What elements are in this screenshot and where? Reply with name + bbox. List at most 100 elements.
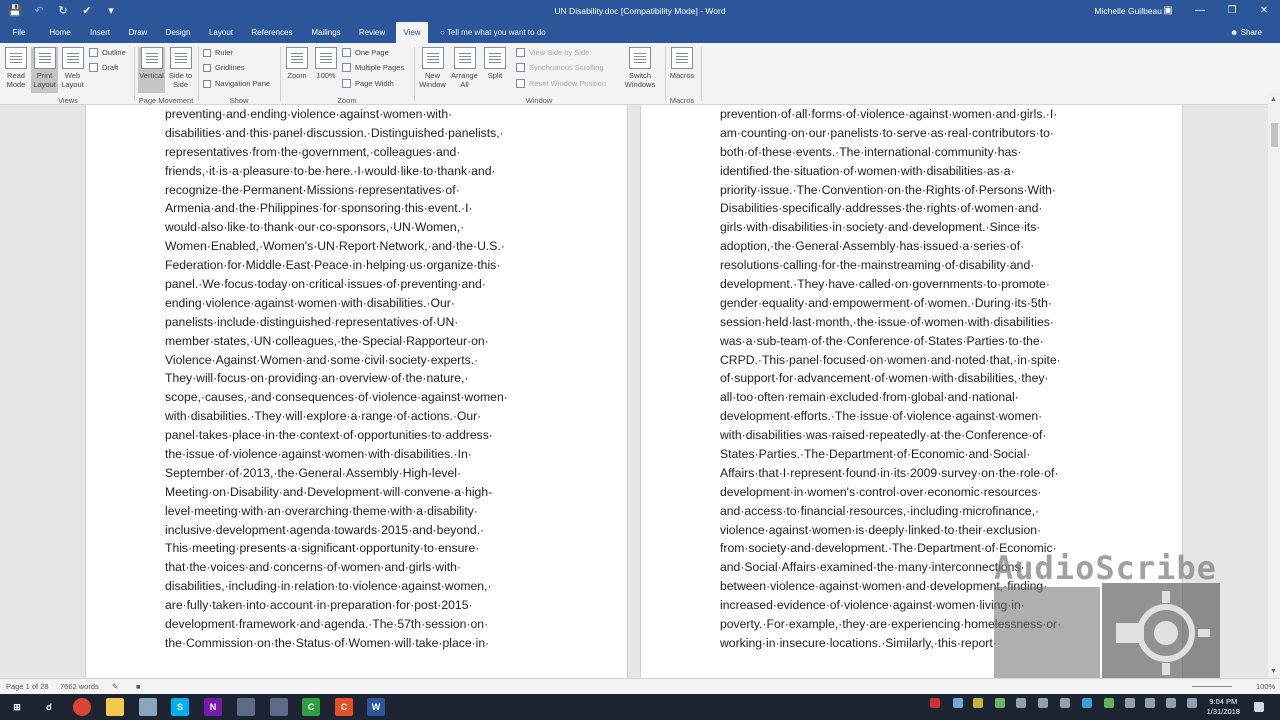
skype-icon[interactable]: S: [171, 698, 189, 716]
arrange-all-button[interactable]: Arrange All: [449, 47, 480, 93]
text-line: resolutions·calling·for·the·mainstreamin…: [720, 258, 1035, 273]
tab-file[interactable]: File: [4, 22, 34, 43]
macro-record-icon[interactable]: ■: [136, 682, 141, 691]
scroll-thumb[interactable]: [1271, 123, 1278, 147]
view-side-by-side-button[interactable]: View Side by Side: [516, 48, 589, 57]
text-line: ending·violence·against·women·with·disab…: [165, 295, 455, 310]
app-icon-3[interactable]: [270, 698, 288, 716]
app-icon-2[interactable]: [237, 698, 255, 716]
zoom-button[interactable]: Zoom: [284, 47, 310, 93]
close-icon[interactable]: ✕: [1248, 0, 1280, 22]
share-button[interactable]: ☻ Share: [1230, 22, 1262, 43]
camtasia-recorder-icon[interactable]: C: [335, 698, 353, 716]
read-mode-button[interactable]: Read Mode: [3, 47, 29, 93]
tray-icon-1[interactable]: [930, 698, 940, 708]
page-width-button[interactable]: Page Width: [342, 79, 394, 88]
multiple-pages-button[interactable]: Multiple Pages: [342, 63, 404, 72]
text-line: Meeting·on·Disability·and·Development·wi…: [165, 484, 493, 499]
tab-insert[interactable]: Insert: [84, 22, 116, 43]
multiple-pages-label: Multiple Pages: [355, 63, 405, 72]
new-window-button[interactable]: New Window: [417, 47, 448, 93]
tab-mailings[interactable]: Mailings: [304, 22, 348, 43]
onenote-icon[interactable]: N: [204, 698, 222, 716]
outline-button[interactable]: Outline: [89, 48, 126, 57]
tray-icon-9[interactable]: [1104, 698, 1114, 708]
zoom-level[interactable]: 100%: [1256, 682, 1275, 691]
ribbon-display-icon[interactable]: ▣: [1152, 0, 1184, 22]
tray-icon-4[interactable]: [995, 698, 1005, 708]
text-line: adoption,·the·General·Assembly·has·issue…: [720, 239, 1025, 254]
tab-view[interactable]: View: [396, 22, 428, 43]
search-icon[interactable]: ☌: [40, 698, 58, 716]
synchronous-scrolling-button[interactable]: Synchronous Scrolling: [516, 63, 604, 72]
text-line: Armenia·and·the·Philippines·for·sponsori…: [165, 201, 473, 216]
notifications-icon[interactable]: [1254, 702, 1264, 712]
page-width-label: Page Width: [355, 79, 394, 88]
scroll-up-icon[interactable]: ▲: [1270, 96, 1277, 103]
tab-draw[interactable]: Draw: [122, 22, 154, 43]
tray-icon-10[interactable]: [1125, 698, 1135, 708]
keyboard-icon[interactable]: [1187, 698, 1197, 708]
scroll-down-icon[interactable]: ▼: [1270, 668, 1277, 675]
page-count[interactable]: Page 1 of 28: [6, 682, 49, 691]
windows-taskbar: ⊞ ☌ S N C C W 9:04 PM 1/31/2018: [0, 694, 1280, 720]
ruler-check[interactable]: [203, 48, 211, 57]
camtasia-icon[interactable]: C: [302, 698, 320, 716]
tray-icon-6[interactable]: [1038, 698, 1048, 708]
chrome-icon[interactable]: [73, 698, 91, 716]
split-button[interactable]: Split: [482, 47, 508, 93]
system-clock[interactable]: 9:04 PM 1/31/2018: [1207, 697, 1240, 717]
clock-date: 1/31/2018: [1206, 707, 1240, 716]
left-page-text[interactable]: preventing·and·ending·violence·against·w…: [165, 105, 508, 653]
tray-icon-2[interactable]: [953, 698, 963, 708]
tray-icon-3[interactable]: [973, 698, 983, 708]
volume-icon[interactable]: [1166, 698, 1176, 708]
navigation-pane-checkbox[interactable]: Navigation Pane: [203, 79, 270, 88]
tab-layout[interactable]: Layout: [203, 22, 239, 43]
gridlines-check[interactable]: [203, 63, 211, 72]
ribbon-tabs: File Home Insert Draw Design Layout Refe…: [0, 22, 1280, 43]
zoom-100-button[interactable]: 100%: [313, 47, 339, 93]
one-page-button[interactable]: One Page: [342, 48, 389, 57]
network-icon[interactable]: [1145, 698, 1155, 708]
web-layout-button[interactable]: Web Layout: [59, 47, 86, 93]
word-count[interactable]: 7662 words: [60, 682, 99, 691]
group-separator: [134, 47, 135, 101]
macros-button[interactable]: Macros: [668, 47, 696, 93]
text-line: recognize·the·Permanent·Missions·represe…: [165, 182, 460, 197]
file-explorer-icon[interactable]: [106, 698, 124, 716]
tab-design[interactable]: Design: [160, 22, 196, 43]
tell-me-search[interactable]: ○ Tell me what you want to do: [440, 22, 546, 43]
windows-start-icon[interactable]: ⊞: [8, 698, 26, 716]
text-line: Affairs·that·I·represent·found·in·its·20…: [720, 465, 1059, 480]
zoom-slider[interactable]: [1192, 686, 1232, 687]
switch-windows-button[interactable]: Switch Windows: [618, 47, 662, 93]
draft-button[interactable]: Draft: [89, 63, 118, 72]
text-line: am·counting·on·our·panelists·to·serve·as…: [720, 125, 1054, 140]
vertical-icon: [140, 47, 163, 69]
tray-icon-5[interactable]: [1016, 698, 1026, 708]
app-icon[interactable]: [139, 698, 157, 716]
reset-window-position-button[interactable]: Reset Window Position: [516, 79, 606, 88]
ruler-checkbox[interactable]: Ruler: [203, 48, 233, 57]
navigation-pane-check[interactable]: [203, 79, 211, 88]
tray-icon-7[interactable]: [1060, 698, 1070, 708]
gridlines-checkbox[interactable]: Gridlines: [203, 63, 245, 72]
tray-icon-8[interactable]: [1082, 698, 1092, 708]
text-line: was·a·sub-team·of·the·Conference·of·Stat…: [720, 333, 1044, 348]
minimize-icon[interactable]: —: [1184, 0, 1216, 22]
tab-home[interactable]: Home: [44, 22, 76, 43]
new-window-label: New Window: [419, 71, 446, 89]
tab-references[interactable]: References: [246, 22, 298, 43]
vertical-scrollbar[interactable]: ▲ ▼: [1268, 93, 1280, 678]
proofing-icon[interactable]: ✎: [112, 682, 118, 691]
vertical-button[interactable]: Vertical: [138, 47, 165, 93]
print-layout-button[interactable]: Print Layout: [31, 47, 58, 93]
restore-icon[interactable]: ❐: [1216, 0, 1248, 22]
tab-review[interactable]: Review: [354, 22, 390, 43]
side-to-side-button[interactable]: Side to Side: [167, 47, 194, 93]
page-left: preventing·and·ending·violence·against·w…: [85, 105, 628, 678]
word-icon[interactable]: W: [367, 698, 385, 716]
page-width-icon: [342, 79, 351, 88]
new-window-icon: [421, 47, 444, 69]
